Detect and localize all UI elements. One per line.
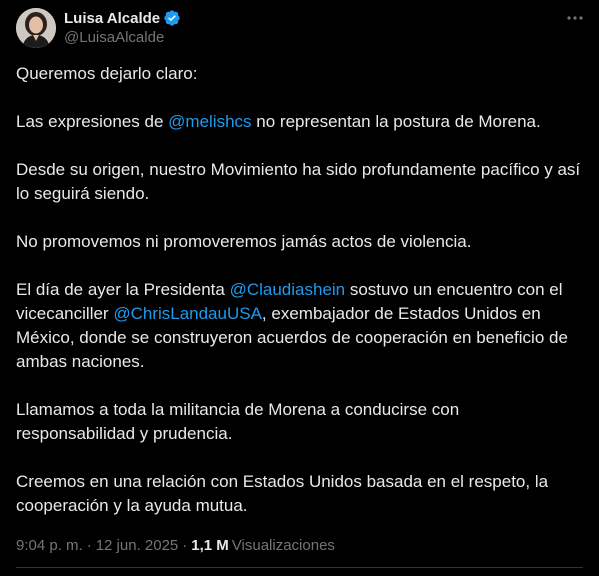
views-count: 1,1 M: [191, 537, 229, 554]
verified-badge-icon[interactable]: [163, 9, 181, 27]
tweet-time[interactable]: 9:04 p. m.: [16, 536, 83, 556]
more-horizontal-icon: [567, 16, 583, 20]
divider: [16, 567, 583, 568]
tweet-paragraph-5: El día de ayer la Presidenta @Claudiashe…: [16, 278, 582, 374]
tweet-meta: 9:04 p. m. · 12 jun. 2025 · 1,1 M Visual…: [16, 536, 335, 556]
text-segment: Las expresiones de: [16, 112, 169, 131]
meta-separator: ·: [182, 537, 188, 554]
avatar-image: [16, 8, 56, 48]
mention-link[interactable]: @Claudiashein: [230, 280, 346, 299]
meta-separator: ·: [86, 537, 92, 554]
tweet-paragraph-1: Queremos dejarlo claro:: [16, 64, 198, 83]
tweet-text: Queremos dejarlo claro: Las expresiones …: [16, 62, 582, 542]
tweet-paragraph-2: Las expresiones de @melishcs no represen…: [16, 110, 582, 134]
tweet-paragraph-3: Desde su origen, nuestro Movimiento ha s…: [16, 160, 581, 203]
tweet-paragraph-6: Llamamos a toda la militancia de Morena …: [16, 400, 460, 443]
tweet-paragraph-4: No promovemos ni promoveremos jamás acto…: [16, 232, 472, 251]
tweet-paragraph-7: Creemos en una relación con Estados Unid…: [16, 472, 549, 515]
author-display-name[interactable]: Luisa Alcalde: [64, 10, 160, 27]
name-row: Luisa Alcalde: [64, 8, 181, 28]
tweet-date[interactable]: 12 jun. 2025: [96, 536, 179, 556]
text-segment: no representan la postura de Morena.: [251, 112, 541, 131]
author-block: Luisa Alcalde @LuisaAlcalde: [64, 8, 181, 46]
more-button[interactable]: [563, 8, 587, 28]
mention-link[interactable]: @melishcs: [168, 112, 251, 131]
tweet: Luisa Alcalde @LuisaAlcalde Queremos dej…: [0, 0, 599, 576]
author-handle[interactable]: @LuisaAlcalde: [64, 29, 181, 46]
avatar[interactable]: [16, 8, 56, 48]
mention-link[interactable]: @ChrisLandauUSA: [113, 304, 262, 323]
text-segment: El día de ayer la Presidenta: [16, 280, 230, 299]
views-label: Visualizaciones: [231, 537, 335, 554]
